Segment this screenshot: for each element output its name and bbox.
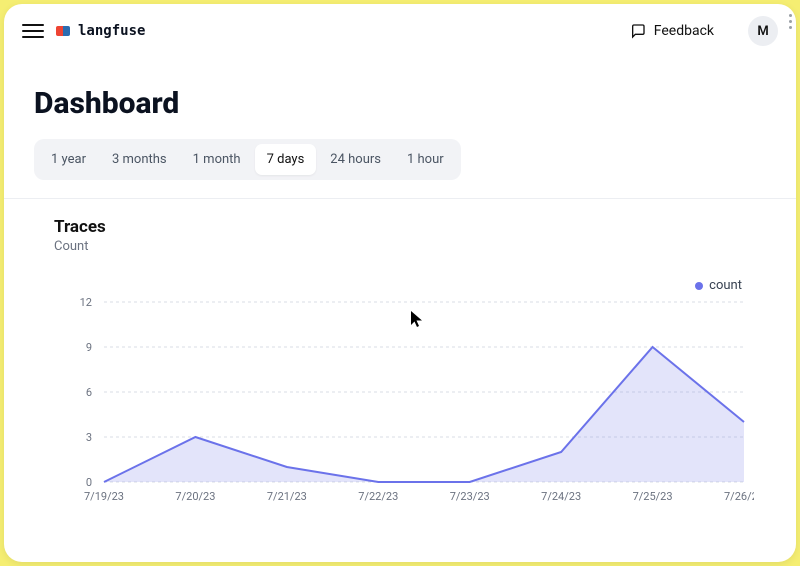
brand[interactable]: langfuse [56, 23, 145, 39]
card-subtitle: Count [54, 239, 746, 254]
y-tick-label: 9 [86, 341, 92, 354]
x-tick-label: 7/20/23 [175, 490, 215, 503]
x-tick-label: 7/23/23 [450, 490, 490, 503]
avatar-initial: M [757, 24, 768, 39]
feedback-button[interactable]: Feedback [620, 17, 724, 45]
legend-label: count [709, 278, 742, 293]
x-tick-label: 7/22/23 [358, 490, 398, 503]
divider [4, 198, 796, 199]
chart-legend: count [695, 278, 742, 293]
range-tab[interactable]: 24 hours [318, 144, 393, 175]
menu-icon[interactable] [22, 20, 44, 42]
x-tick-label: 7/25/23 [633, 490, 673, 503]
page: Dashboard 1 year3 months1 month7 days24 … [4, 86, 796, 532]
y-tick-label: 3 [86, 431, 92, 444]
y-tick-label: 0 [86, 476, 92, 489]
chart: count 0 3 6 9 12 7/19/23 7/20/23 7/21/23 7/22/23… [54, 272, 746, 532]
legend-dot-icon [695, 282, 703, 290]
y-tick-label: 12 [80, 296, 92, 309]
x-tick-label: 7/19/23 [84, 490, 124, 503]
brand-name: langfuse [78, 23, 145, 39]
range-tab[interactable]: 1 month [181, 144, 253, 175]
range-tab[interactable]: 3 months [100, 144, 179, 175]
card-title: Traces [54, 217, 746, 237]
x-tick-label: 7/26/23 [724, 490, 754, 503]
x-tick-label: 7/24/23 [541, 490, 581, 503]
x-tick-label: 7/21/23 [267, 490, 307, 503]
feedback-label: Feedback [654, 23, 714, 39]
range-tab[interactable]: 7 days [255, 144, 317, 175]
traces-card: Traces Count count 0 3 6 9 12 7/19/23 7/20/23 7… [34, 213, 766, 532]
chat-icon [630, 23, 646, 39]
window-menu-icon[interactable] [789, 14, 792, 29]
range-tab[interactable]: 1 year [39, 144, 98, 175]
app-window: langfuse Feedback M Dashboard 1 year3 mo… [4, 4, 796, 562]
y-tick-label: 6 [86, 386, 92, 399]
range-tab[interactable]: 1 hour [395, 144, 456, 175]
brand-logo-icon [56, 26, 70, 36]
range-tabs: 1 year3 months1 month7 days24 hours1 hou… [34, 139, 461, 180]
series-area [104, 347, 744, 482]
page-title: Dashboard [34, 86, 766, 121]
chart-svg: 0 3 6 9 12 7/19/23 7/20/23 7/21/23 7/22/23 7/23/2… [54, 272, 754, 512]
topbar: langfuse Feedback M [4, 4, 796, 58]
avatar[interactable]: M [748, 16, 778, 46]
